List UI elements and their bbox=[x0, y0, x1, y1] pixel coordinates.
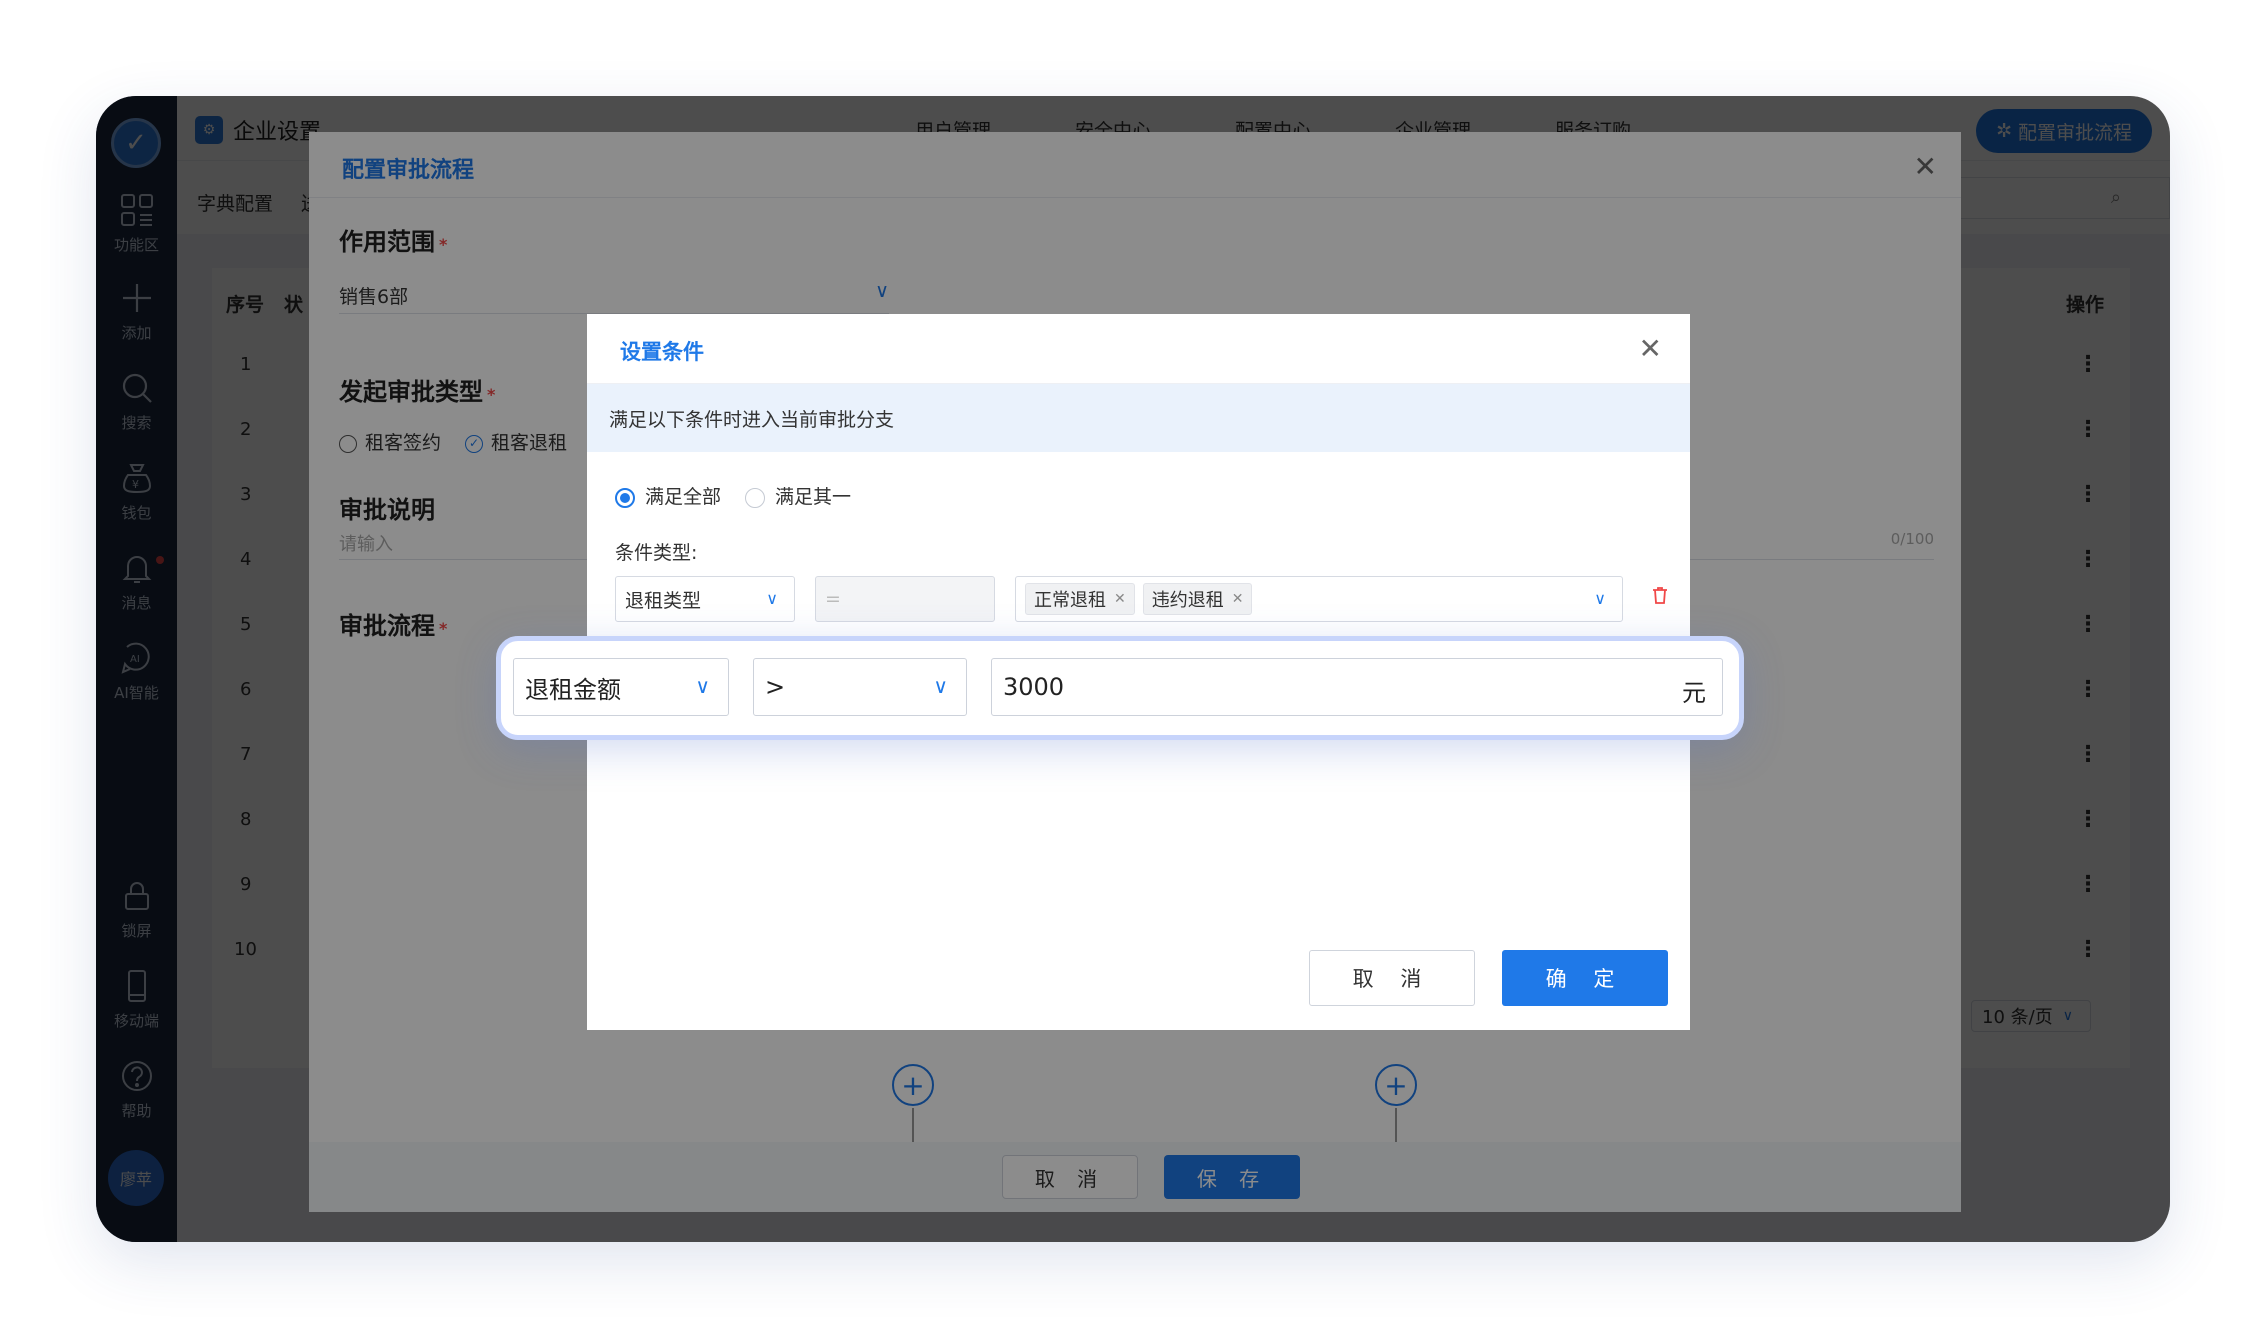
close-icon[interactable]: ✕ bbox=[1639, 332, 1662, 365]
amount-field-select[interactable]: 退租金额 ∨ bbox=[513, 658, 729, 716]
match-any-radio[interactable]: 满足其一 bbox=[745, 482, 851, 509]
match-mode-group: 满足全部 满足其一 bbox=[615, 482, 851, 509]
condition-operator-select: = bbox=[815, 576, 995, 622]
value-tag: 正常退租 ✕ bbox=[1025, 583, 1135, 615]
modal-header: 设置条件 ✕ bbox=[587, 314, 1690, 384]
chevron-down-icon: ∨ bbox=[766, 589, 778, 608]
tag-close-icon[interactable]: ✕ bbox=[1114, 591, 1126, 607]
amount-operator-select[interactable]: > ∨ bbox=[753, 658, 967, 716]
modal-title: 设置条件 bbox=[620, 340, 704, 364]
chevron-down-icon: ∨ bbox=[695, 674, 710, 698]
condition-type-label: 条件类型: bbox=[615, 542, 698, 564]
app-window: ✓ 功能区 添加 搜索 ¥ 钱包 消息 AI AI智能 锁屏 移动端 帮助 廖苹… bbox=[96, 96, 2170, 1242]
modal-tip: 满足以下条件时进入当前审批分支 bbox=[587, 384, 1690, 452]
value-tag: 违约退租 ✕ bbox=[1142, 583, 1253, 615]
amount-value-input[interactable]: 3000 元 bbox=[991, 658, 1723, 716]
trash-icon[interactable] bbox=[1652, 586, 1668, 609]
highlighted-condition-row: 退租金额 ∨ > ∨ 3000 元 bbox=[496, 636, 1744, 740]
tag-close-icon[interactable]: ✕ bbox=[1232, 591, 1244, 607]
match-all-radio[interactable]: 满足全部 bbox=[615, 482, 721, 509]
chevron-down-icon: ∨ bbox=[933, 674, 948, 698]
condition-field-select[interactable]: 退租类型 ∨ bbox=[615, 576, 795, 622]
radio-checked-icon bbox=[615, 487, 635, 508]
chevron-down-icon: ∨ bbox=[1594, 589, 1606, 608]
condition-value-multiselect[interactable]: 正常退租 ✕ 违约退租 ✕ ∨ bbox=[1015, 576, 1623, 622]
radio-icon bbox=[745, 487, 766, 508]
confirm-button[interactable]: 确 定 bbox=[1502, 950, 1668, 1006]
unit-label: 元 bbox=[1682, 679, 1706, 707]
cancel-button[interactable]: 取 消 bbox=[1309, 950, 1475, 1006]
